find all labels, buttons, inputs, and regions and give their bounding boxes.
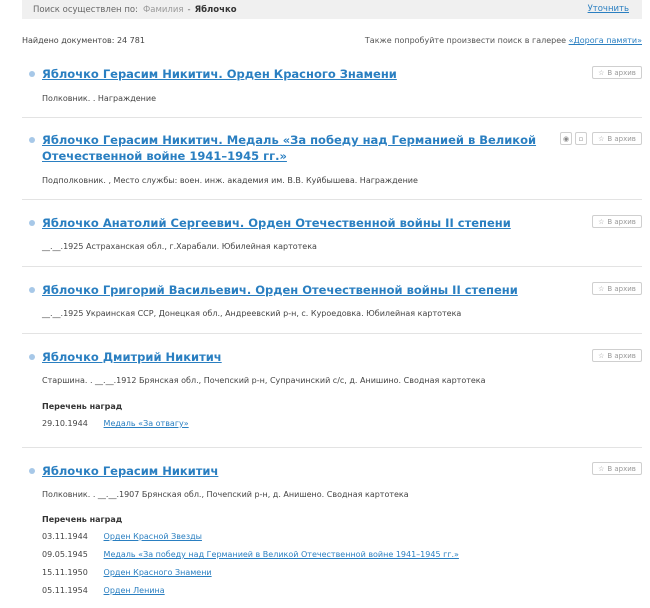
- archive-button-label: В архив: [607, 68, 636, 77]
- archive-button-label: В архив: [607, 134, 636, 143]
- award-row: 09.05.1945 Медаль «За победу над Германи…: [42, 550, 459, 559]
- gallery-hint: Также попробуйте произвести поиск в гале…: [365, 36, 642, 45]
- star-icon: ☆: [598, 217, 605, 226]
- result-title-line-2: Отечественной войне 1941–1945 гг.»: [42, 149, 287, 163]
- result-description: Полковник. . __.__.1907 Брянская обл., П…: [42, 490, 409, 499]
- gallery-link[interactable]: «Дорога памяти»: [569, 36, 642, 45]
- add-to-archive-button[interactable]: ☆ В архив: [592, 66, 642, 79]
- refine-search-link[interactable]: Уточнить: [588, 4, 629, 14]
- search-criteria-value: Яблочко: [194, 4, 237, 15]
- awards-list-label: Перечень наград: [42, 515, 123, 524]
- archive-button-label: В архив: [607, 217, 636, 226]
- bullet-dot: [29, 468, 35, 474]
- search-criteria-separator: -: [187, 4, 191, 15]
- search-criteria-bar: Поиск осуществлен по: Фамилия - Яблочко …: [22, 0, 642, 19]
- result-description: Старшина. . __.__.1912 Брянская обл., По…: [42, 376, 486, 385]
- result-item: Яблочко Дмитрий Никитич Старшина. . __._…: [22, 334, 642, 448]
- search-criteria-field: Фамилия: [142, 4, 184, 15]
- document-icon[interactable]: ▫: [575, 132, 587, 145]
- award-date: 09.05.1945: [42, 550, 88, 559]
- result-description: __.__.1925 Астраханская обл., г.Харабали…: [42, 242, 317, 251]
- award-date: 29.10.1944: [42, 419, 88, 428]
- result-item: Яблочко Герасим Никитич Полковник. . __.…: [22, 448, 642, 608]
- award-link[interactable]: Орден Красного Знамени: [104, 568, 212, 577]
- add-to-archive-button[interactable]: ☆ В архив: [592, 132, 642, 145]
- found-count: 24 781: [116, 36, 145, 45]
- archive-button-label: В архив: [607, 351, 636, 360]
- award-date: 05.11.1954: [42, 586, 88, 595]
- result-item: Яблочко Герасим Никитич. Орден Красного …: [22, 60, 642, 118]
- award-row: 03.11.1944 Орден Красной Звезды: [42, 532, 202, 541]
- bullet-dot: [29, 354, 35, 360]
- add-to-archive-button[interactable]: ☆ В архив: [592, 462, 642, 475]
- add-to-archive-button[interactable]: ☆ В архив: [592, 349, 642, 362]
- star-icon: ☆: [598, 464, 605, 473]
- result-title-line-1: Яблочко Герасим Никитич. Медаль «За побе…: [42, 133, 537, 147]
- archive-button-label: В архив: [607, 284, 636, 293]
- gallery-hint-text: Также попробуйте произвести поиск в гале…: [364, 36, 567, 45]
- star-icon: ☆: [598, 284, 605, 293]
- result-item: Яблочко Григорий Васильевич. Орден Отече…: [22, 267, 642, 334]
- bullet-dot: [29, 220, 35, 226]
- add-to-archive-button[interactable]: ☆ В архив: [592, 282, 642, 295]
- award-link[interactable]: Медаль «За отвагу»: [104, 419, 189, 428]
- star-icon: ☆: [598, 351, 605, 360]
- result-description: __.__.1925 Украинская ССР, Донецкая обл.…: [42, 309, 462, 318]
- result-title-link[interactable]: Яблочко Герасим Никитич. Медаль «За побе…: [42, 132, 542, 164]
- star-icon: ☆: [598, 68, 605, 77]
- result-title-link[interactable]: Яблочко Григорий Васильевич. Орден Отече…: [42, 282, 542, 298]
- found-label: Найдено документов:: [22, 36, 115, 45]
- results-summary: Найдено документов: 24 781 Также попробу…: [22, 36, 642, 48]
- result-title-link[interactable]: Яблочко Герасим Никитич. Орден Красного …: [42, 66, 542, 82]
- result-description: Подполковник. , Место службы: воен. инж.…: [42, 176, 418, 185]
- award-link[interactable]: Орден Ленина: [104, 586, 165, 595]
- result-title-link[interactable]: Яблочко Дмитрий Никитич: [42, 349, 542, 365]
- result-title-link[interactable]: Яблочко Герасим Никитич: [42, 463, 542, 479]
- award-link[interactable]: Медаль «За победу над Германией в Велико…: [104, 550, 459, 559]
- result-title-link[interactable]: Яблочко Анатолий Сергеевич. Орден Отечес…: [42, 215, 542, 231]
- award-link[interactable]: Орден Красной Звезды: [104, 532, 202, 541]
- bullet-dot: [29, 137, 35, 143]
- archive-button-label: В архив: [607, 464, 636, 473]
- award-date: 15.11.1950: [42, 568, 88, 577]
- add-to-archive-button[interactable]: ☆ В архив: [592, 215, 642, 228]
- result-item: Яблочко Герасим Никитич. Медаль «За побе…: [22, 118, 642, 200]
- star-icon: ☆: [598, 134, 605, 143]
- bullet-dot: [29, 287, 35, 293]
- award-row: 15.11.1950 Орден Красного Знамени: [42, 568, 212, 577]
- bullet-dot: [29, 71, 35, 77]
- awards-list-label: Перечень наград: [42, 402, 123, 411]
- award-row: 29.10.1944 Медаль «За отвагу»: [42, 419, 189, 428]
- result-item: Яблочко Анатолий Сергеевич. Орден Отечес…: [22, 200, 642, 267]
- award-date: 03.11.1944: [42, 532, 88, 541]
- result-description: Полковник. . Награждение: [42, 94, 157, 103]
- eye-icon[interactable]: ◉: [560, 132, 572, 145]
- award-row: 05.11.1954 Орден Ленина: [42, 586, 165, 595]
- search-criteria-label: Поиск осуществлен по:: [33, 4, 138, 15]
